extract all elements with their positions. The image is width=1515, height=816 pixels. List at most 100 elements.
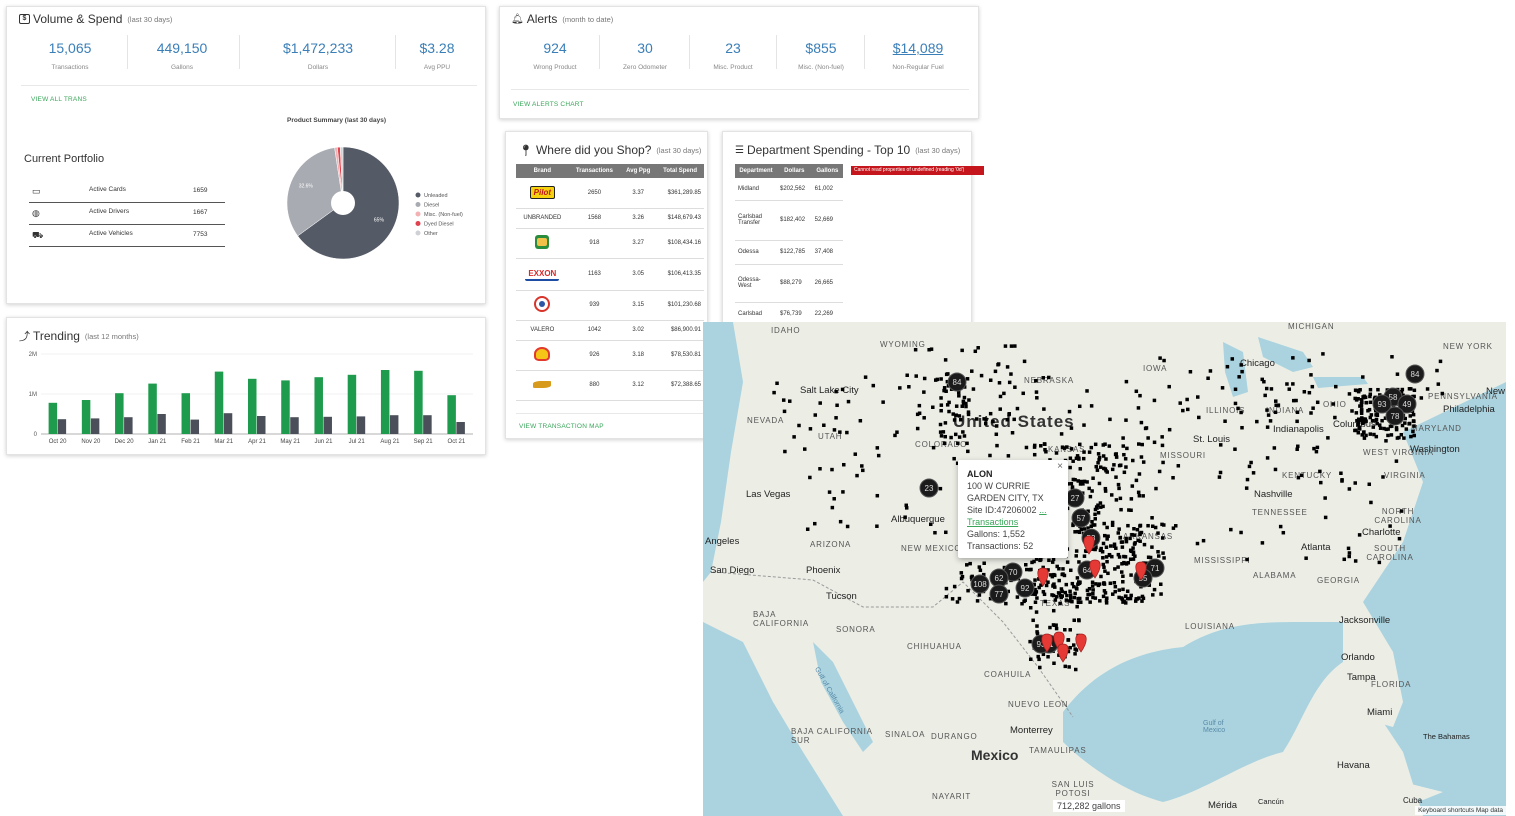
map-marker-dot[interactable] [942,386,947,390]
map-marker-dot[interactable] [1057,591,1062,595]
map-marker-dot[interactable] [1051,608,1056,613]
map-marker-dot[interactable] [1122,452,1126,457]
map-marker-dot[interactable] [858,418,863,423]
map-marker-dot[interactable] [1043,599,1047,604]
map-marker-dot[interactable] [875,524,879,528]
map-marker-dot[interactable] [1121,444,1126,448]
map-marker-dot[interactable] [1140,442,1144,447]
map-marker-dot[interactable] [1233,387,1238,392]
map-marker-dot[interactable] [1333,415,1337,420]
map-marker-dot[interactable] [1052,661,1056,666]
map-marker-dot[interactable] [1128,536,1132,541]
map-marker-dot[interactable] [1119,570,1124,574]
map-marker-dot[interactable] [1091,588,1095,592]
map-marker-dot[interactable] [1116,482,1121,487]
map-marker-dot[interactable] [1386,433,1390,438]
map-marker-dot[interactable] [978,568,983,573]
map-marker-dot[interactable] [1078,482,1083,486]
map-marker-dot[interactable] [938,486,943,491]
map-marker-dot[interactable] [1047,375,1051,380]
map-marker-dot[interactable] [1403,421,1407,425]
map-marker-dot[interactable] [1033,600,1038,604]
map-marker-dot[interactable] [1295,447,1299,451]
bar[interactable] [190,419,200,434]
map-marker-dot[interactable] [973,349,978,354]
map-marker-dot[interactable] [1154,486,1158,491]
map-marker-dot[interactable] [1161,460,1165,465]
map-marker-dot[interactable] [1249,460,1253,465]
map-marker-dot[interactable] [1004,601,1008,606]
map-marker-dot[interactable] [1160,536,1165,540]
map-marker-dot[interactable] [1160,435,1164,439]
map-marker-dot[interactable] [1053,573,1057,578]
map-marker-dot[interactable] [1159,592,1163,596]
map-marker-dot[interactable] [1022,359,1027,364]
map-marker-dot[interactable] [1088,494,1093,499]
view-transaction-map-link[interactable]: VIEW TRANSACTION MAP [519,423,604,430]
map-marker-dot[interactable] [922,416,926,420]
map-marker-dot[interactable] [822,423,826,427]
col-transactions[interactable]: Transactions [568,164,621,178]
map-marker-dot[interactable] [939,408,943,413]
map-marker-dot[interactable] [1143,426,1148,431]
map-marker-dot[interactable] [1075,576,1080,580]
map-marker-dot[interactable] [1073,667,1078,672]
map-marker-dot[interactable] [1048,625,1052,630]
map-marker-dot[interactable] [1334,384,1338,389]
map-marker-dot[interactable] [1357,533,1362,537]
map-marker-dot[interactable] [846,399,851,404]
map-marker-dot[interactable] [1096,583,1101,588]
map-marker-dot[interactable] [998,407,1002,411]
map-marker-dot[interactable] [1233,401,1238,406]
map-marker-dot[interactable] [1097,481,1102,486]
map-marker-dot[interactable] [1402,436,1406,440]
map-marker-dot[interactable] [971,387,976,391]
map-marker-dot[interactable] [929,347,934,351]
map-marker-dot[interactable] [1388,424,1393,429]
map-marker-dot[interactable] [1123,561,1127,566]
map-marker-dot[interactable] [1121,436,1125,440]
table-row[interactable]: Odessa-West $88,279 26,665 [735,264,843,303]
map-marker-dot[interactable] [838,519,843,524]
bar[interactable] [115,393,124,434]
map-marker-dot[interactable] [1412,388,1417,393]
map-marker-dot[interactable] [1359,409,1364,413]
map-marker-dot[interactable] [1093,442,1098,447]
map-marker-dot[interactable] [1140,594,1145,599]
map-marker-dot[interactable] [1109,493,1114,497]
transaction-map[interactable]: IDAHO WYOMING NEBRASKA IOWA MICHIGAN NEW… [703,322,1506,816]
map-marker-dot[interactable] [1340,479,1344,483]
map-marker-dot[interactable] [944,530,948,535]
map-marker-dot[interactable] [1273,467,1278,472]
map-marker-dot[interactable] [1125,589,1130,593]
map-marker-dot[interactable] [1046,655,1050,659]
col-total-spend[interactable]: Total Spend [656,164,704,178]
map-marker-dot[interactable] [1096,511,1101,515]
bar[interactable] [214,371,224,434]
map-marker-dot[interactable] [1063,664,1068,669]
map-marker-dot[interactable] [1055,564,1059,569]
map-marker-dot[interactable] [1069,568,1073,573]
map-marker-dot[interactable] [1098,599,1102,603]
map-marker-dot[interactable] [1134,478,1139,483]
map-marker-dot[interactable] [1114,475,1118,479]
bar[interactable] [347,374,357,434]
map-marker-dot[interactable] [1091,591,1095,596]
map-marker-dot[interactable] [1315,445,1320,450]
map-marker-dot[interactable] [915,426,920,431]
map-marker-dot[interactable] [1376,387,1380,392]
view-all-trans-link[interactable]: VIEW ALL TRANS [31,96,87,103]
map-marker-dot[interactable] [875,446,880,450]
map-marker-dot[interactable] [1161,551,1165,555]
map-marker-dot[interactable] [1090,584,1095,588]
map-marker-dot[interactable] [1274,399,1278,403]
map-marker-dot[interactable] [954,413,958,417]
map-marker-dot[interactable] [997,381,1002,385]
map-marker-dot[interactable] [1085,596,1089,601]
map-marker-dot[interactable] [904,503,908,508]
map-marker-dot[interactable] [1262,379,1266,384]
bar[interactable] [157,414,166,434]
table-row[interactable]: 918 3.27 $108,434.16 [516,228,704,259]
map-marker-dot[interactable] [1264,386,1269,391]
map-marker-dot[interactable] [1296,475,1301,480]
